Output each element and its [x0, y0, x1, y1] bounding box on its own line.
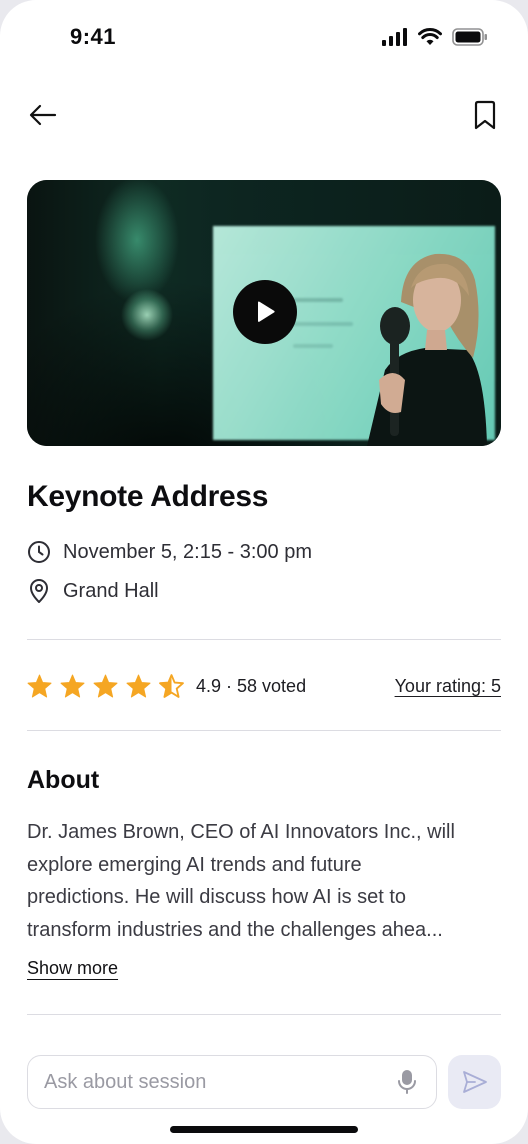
your-rating-link[interactable]: Your rating: 5 — [395, 676, 501, 697]
ask-composer — [27, 1055, 501, 1109]
session-datetime-row: November 5, 2:15 - 3:00 pm — [27, 540, 312, 564]
signal-icon — [382, 28, 407, 46]
star-half-icon — [159, 674, 184, 698]
speaker-image — [367, 253, 487, 446]
send-icon — [462, 1071, 487, 1093]
status-icons — [382, 28, 488, 46]
status-time: 9:41 — [70, 24, 117, 49]
session-title: Keynote Address — [27, 480, 269, 513]
about-heading: About — [27, 766, 100, 794]
ask-input[interactable] — [27, 1055, 437, 1109]
send-button[interactable] — [448, 1055, 501, 1109]
star-icon — [93, 674, 118, 698]
star-icon — [60, 674, 85, 698]
microphone-icon — [398, 1070, 416, 1094]
mic-button[interactable] — [393, 1068, 421, 1096]
bookmark-button[interactable] — [468, 98, 502, 132]
star-icon — [27, 674, 52, 698]
status-bar: 9:41 — [0, 0, 528, 80]
divider — [27, 1014, 501, 1015]
session-datetime: November 5, 2:15 - 3:00 pm — [63, 540, 313, 563]
wifi-icon — [418, 28, 442, 45]
map-pin-icon — [30, 579, 48, 603]
bookmark-icon — [474, 100, 496, 130]
show-more-link[interactable]: Show more — [27, 958, 118, 979]
rating-stars — [27, 674, 184, 698]
clock-icon — [28, 541, 50, 563]
about-line: Dr. James Brown, CEO of AI Innovators In… — [27, 821, 455, 843]
about-line: explore emerging AI trends and future — [27, 853, 362, 876]
about-line: predictions. He will discuss how AI is s… — [27, 886, 407, 908]
session-video[interactable] — [27, 180, 501, 446]
play-button[interactable] — [233, 280, 297, 344]
about-description: Dr. James Brown, CEO of AI Innovators In… — [27, 816, 501, 946]
divider — [27, 730, 501, 731]
about-line: transform industries and the challenges … — [27, 918, 443, 941]
battery-icon — [452, 28, 487, 46]
divider — [27, 639, 501, 640]
top-nav — [0, 96, 528, 136]
screen: 9:41 Keynote Address November 5, 2:15 - … — [0, 0, 528, 1144]
session-location-row: Grand Hall — [27, 578, 159, 604]
home-indicator — [170, 1126, 358, 1133]
rating-row: 4.9 · 58 voted Your rating: 5 — [27, 670, 501, 702]
star-icon — [126, 674, 151, 698]
play-icon — [258, 301, 275, 322]
arrow-left-icon — [29, 104, 57, 126]
session-location: Grand Hall — [63, 579, 159, 602]
rating-summary: 4.9 · 58 voted — [196, 675, 307, 696]
back-button[interactable] — [26, 98, 60, 132]
